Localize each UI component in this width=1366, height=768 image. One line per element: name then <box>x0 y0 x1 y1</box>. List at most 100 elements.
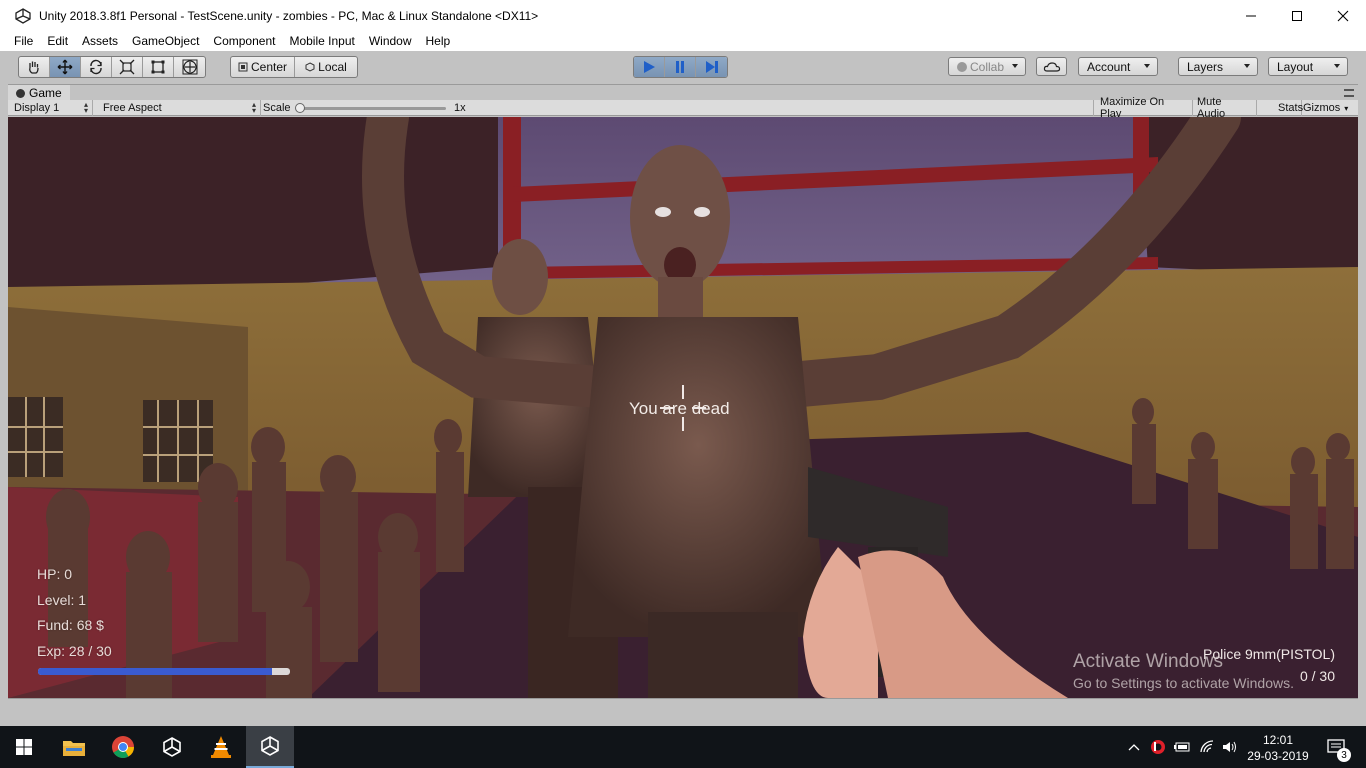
wifi-icon <box>1200 740 1214 753</box>
menu-mobile-input[interactable]: Mobile Input <box>283 34 360 48</box>
pivot-center-button[interactable]: Center <box>231 57 295 77</box>
taskbar-unity-editor[interactable] <box>246 726 294 768</box>
rotate-icon <box>90 59 102 75</box>
fund-label: Fund: 68 $ <box>37 617 104 633</box>
toolbar: Center Local Collab Account Layers Layou… <box>8 51 1358 84</box>
rotate-tool-button[interactable] <box>81 57 112 77</box>
windows-logo-icon <box>16 739 32 755</box>
action-center-button[interactable]: 3 <box>1318 726 1354 768</box>
step-button[interactable] <box>696 57 727 77</box>
maximize-button[interactable] <box>1274 0 1320 31</box>
windows-taskbar: 12:01 29-03-2019 3 <box>0 726 1366 768</box>
tray-volume[interactable] <box>1220 726 1240 768</box>
tab-game[interactable]: Game <box>8 85 70 101</box>
menu-window[interactable]: Window <box>363 34 418 48</box>
unity-icon <box>163 737 181 757</box>
vlc-icon <box>211 736 231 758</box>
move-icon <box>57 59 73 75</box>
layout-label: Layout <box>1277 59 1314 74</box>
scale-value-text: 1x <box>454 102 466 114</box>
menu-gameobject[interactable]: GameObject <box>126 34 205 48</box>
account-dropdown[interactable]: Account <box>1078 57 1158 76</box>
menu-file[interactable]: File <box>8 34 39 48</box>
folder-icon <box>63 741 85 756</box>
unity-icon <box>261 736 279 756</box>
chrome-icon <box>112 736 134 758</box>
scale-label: Scale <box>263 102 291 114</box>
pause-icon <box>676 61 684 73</box>
layers-dropdown[interactable]: Layers <box>1178 57 1258 76</box>
scale-slider-handle[interactable] <box>295 103 305 113</box>
tray-wifi[interactable] <box>1198 726 1218 768</box>
menu-edit[interactable]: Edit <box>41 34 74 48</box>
menu-component[interactable]: Component <box>207 34 281 48</box>
taskbar-clock[interactable]: 12:01 29-03-2019 <box>1246 732 1310 764</box>
cloud-button[interactable] <box>1036 57 1067 76</box>
transform-tools <box>18 56 206 78</box>
transform-tool-button[interactable] <box>174 57 205 77</box>
collab-label: Collab <box>970 59 1005 74</box>
menu-assets[interactable]: Assets <box>76 34 124 48</box>
minimize-button[interactable] <box>1228 0 1274 31</box>
taskbar-unity-hub[interactable] <box>148 726 196 768</box>
menu-help[interactable]: Help <box>420 34 457 48</box>
taskbar-chrome[interactable] <box>99 726 147 768</box>
collab-check-icon <box>957 61 967 72</box>
layout-dropdown[interactable]: Layout <box>1268 57 1348 76</box>
maximize-on-play-toggle[interactable]: Maximize On Play <box>1093 96 1193 120</box>
dropdown-caret-icon: ▾ <box>1344 103 1349 113</box>
clock-date: 29-03-2019 <box>1247 749 1309 763</box>
tray-battery[interactable] <box>1172 726 1192 768</box>
chevron-up-icon <box>1128 744 1140 751</box>
pivot-local-button[interactable]: Local <box>295 57 357 77</box>
game-tab-label: Game <box>29 86 62 100</box>
play-icon <box>644 61 655 73</box>
death-message: You are dead <box>629 399 730 418</box>
step-icon <box>705 61 718 73</box>
gizmos-dropdown[interactable]: Gizmos ▾ <box>1297 100 1358 116</box>
unity-logo-icon <box>15 7 31 24</box>
start-button[interactable] <box>0 726 48 768</box>
updown-icon: ▴ ▾ <box>251 100 256 115</box>
battery-icon <box>1174 742 1190 752</box>
move-tool-button[interactable] <box>50 57 81 77</box>
minimize-icon <box>1246 15 1256 16</box>
close-button[interactable] <box>1320 0 1366 31</box>
updown-icon: ▴ ▾ <box>83 100 88 115</box>
pause-button[interactable] <box>665 57 696 77</box>
maximize-icon <box>1292 10 1302 21</box>
hp-label: HP: 0 <box>37 566 73 582</box>
aspect-select[interactable]: Free Aspect ▴ ▾ <box>97 100 261 116</box>
taskbar-vlc[interactable] <box>197 726 245 768</box>
mute-audio-toggle[interactable]: Mute Audio <box>1191 96 1257 120</box>
playback-controls <box>633 56 728 78</box>
scale-slider-track[interactable] <box>298 107 446 110</box>
aspect-label: Free Aspect <box>103 102 162 114</box>
activate-windows-watermark: Activate Windows Go to Settings to activ… <box>1073 651 1294 691</box>
pivot-label: Center <box>250 60 288 74</box>
close-icon <box>1337 10 1349 21</box>
pivot-icon <box>238 62 248 72</box>
display-select[interactable]: Display 1 ▴ ▾ <box>8 100 93 116</box>
rect-tool-button[interactable] <box>143 57 174 77</box>
notification-count-badge: 3 <box>1337 748 1351 762</box>
collab-dropdown[interactable]: Collab <box>948 57 1026 76</box>
scale-tool-button[interactable] <box>112 57 143 77</box>
level-label: Level: 1 <box>37 591 87 608</box>
cloud-icon <box>1043 61 1061 72</box>
taskbar-file-explorer[interactable] <box>50 726 98 768</box>
scale-icon <box>119 59 135 75</box>
status-bar <box>8 698 1358 718</box>
gizmos-label: Gizmos <box>1303 102 1341 114</box>
hand-tool-button[interactable] <box>19 57 50 77</box>
window-title-bar: Unity 2018.3.8f1 Personal - TestScene.un… <box>0 0 1366 31</box>
game-view[interactable]: HP: 0 Level: 1 Fund: 68 $ Exp: 28 / 30 Y… <box>8 117 1358 698</box>
show-hidden-icons-button[interactable] <box>1124 726 1144 768</box>
panel-menu-icon[interactable] <box>1344 89 1354 97</box>
tray-beats[interactable] <box>1148 726 1168 768</box>
play-button[interactable] <box>634 57 665 77</box>
exp-progress-fill <box>38 668 273 675</box>
exp-label: Exp: 28 / 30 <box>37 642 112 659</box>
game-tab-icon <box>16 88 25 98</box>
display-label: Display 1 <box>14 102 60 114</box>
